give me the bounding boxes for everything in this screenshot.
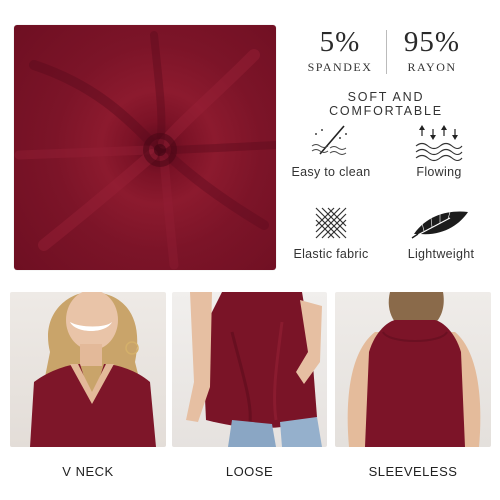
easy-clean-icon	[306, 122, 356, 162]
spandex-label: SPANDEX	[307, 60, 373, 74]
headline: SOFT AND COMFORTABLE	[329, 90, 443, 118]
stat-divider	[386, 30, 387, 74]
rayon-percent: 95%	[403, 26, 461, 58]
photo-sleeveless	[335, 292, 491, 447]
flowing-icon	[414, 122, 464, 162]
rayon-label: RAYON	[407, 60, 457, 74]
feature-label-lightweight: Lightweight	[407, 247, 475, 261]
feather-icon	[410, 204, 472, 244]
elastic-fabric-icon	[306, 204, 356, 244]
feature-label-easy-clean: Easy to clean	[291, 165, 371, 179]
caption-loose: LOOSE	[225, 464, 274, 479]
spandex-percent: 5%	[319, 26, 361, 58]
caption-v-neck: V NECK	[62, 464, 114, 479]
fabric-swatch-image	[14, 25, 276, 270]
fabric-swirl	[14, 31, 276, 270]
feature-label-flowing: Flowing	[416, 165, 462, 179]
photo-v-neck	[10, 292, 166, 447]
caption-sleeveless: SLEEVELESS	[368, 464, 458, 479]
feature-label-elastic: Elastic fabric	[293, 247, 369, 261]
photo-loose	[172, 292, 327, 447]
